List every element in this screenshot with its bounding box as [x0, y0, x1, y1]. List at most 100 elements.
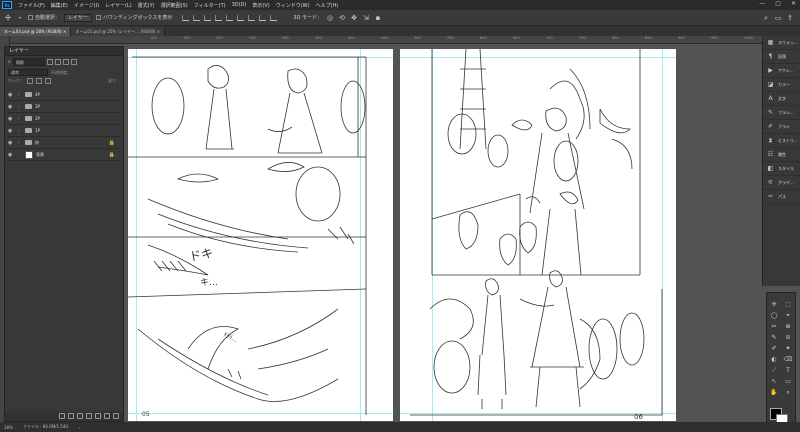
layer-kind-filter[interactable]: 種類 [12, 58, 45, 66]
menu-type[interactable]: 書式(Y) [135, 2, 158, 9]
tool-button-11[interactable]: ⌫ [781, 354, 795, 365]
3d-pan-icon[interactable]: ✥ [350, 14, 358, 22]
adjust-filter-icon[interactable] [54, 59, 61, 65]
zoom-level[interactable]: 28% [4, 425, 13, 430]
tool-button-2[interactable]: ◯ [767, 310, 781, 321]
bounding-box-checkbox[interactable]: バウンディングボックスを表示 [95, 14, 172, 21]
tab-document-2[interactable]: ネーム01.psd @ 25% (レイヤー..., RGB/8) ✕ [71, 27, 165, 36]
tool-button-4[interactable]: ✂ [767, 321, 781, 332]
tool-button-14[interactable]: ↖ [767, 376, 781, 387]
layer-row[interactable]: ◉ › 4P [5, 89, 123, 101]
menu-window[interactable]: ウィンドウ(W) [273, 2, 313, 9]
link-layers-icon[interactable] [59, 413, 65, 419]
layer-row[interactable]: ◉ › 枠 🔒 [5, 137, 123, 149]
workspace-icon[interactable]: ▭ [774, 14, 782, 22]
visibility-eye-icon[interactable]: ◉ [8, 104, 15, 110]
search-icon[interactable]: ⌕ [762, 14, 770, 22]
dock-swatches[interactable]: ▦ スウォッ... [763, 36, 800, 50]
new-layer-icon[interactable] [104, 413, 110, 419]
3d-scale-icon[interactable]: ▪ [374, 14, 382, 22]
menu-filter[interactable]: フィルター(T) [191, 2, 229, 9]
minimize-icon[interactable]: — [759, 0, 765, 7]
dock-paths[interactable]: ✑ パス [763, 190, 800, 204]
chevron-right-icon[interactable]: › [79, 425, 81, 430]
expand-arrow-icon[interactable]: › [18, 104, 22, 109]
maximize-icon[interactable]: ▢ [775, 0, 781, 7]
visibility-eye-icon[interactable]: ◉ [8, 92, 15, 98]
type-filter-icon[interactable] [62, 59, 69, 65]
tool-button-7[interactable]: ⊘ [781, 332, 795, 343]
dock-color[interactable]: ◪ カラー [763, 78, 800, 92]
new-group-icon[interactable] [95, 413, 101, 419]
share-icon[interactable]: ⇪ [786, 14, 794, 22]
tool-button-16[interactable]: ✋ [767, 387, 781, 398]
pixel-filter-icon[interactable] [46, 59, 53, 65]
tool-button-0[interactable]: ✣ [767, 299, 781, 310]
distribute-icon[interactable] [248, 14, 256, 21]
dock-styles[interactable]: ◧ スタイル [763, 162, 800, 176]
align-middle-icon[interactable] [226, 14, 234, 21]
tool-button-12[interactable]: ⟋ [767, 365, 781, 376]
visibility-eye-icon[interactable]: ◉ [8, 152, 15, 158]
auto-select-target-dropdown[interactable]: レイヤー [64, 13, 92, 22]
visibility-eye-icon[interactable]: ◉ [8, 128, 15, 134]
tool-button-15[interactable]: ▭ [781, 376, 795, 387]
dock-history[interactable]: ⧗ ヒストリ... [763, 134, 800, 148]
trash-icon[interactable] [113, 413, 119, 419]
align-center-icon[interactable] [193, 14, 201, 21]
chevron-down-icon[interactable]: ▾ [16, 14, 24, 22]
blend-mode-dropdown[interactable]: 通常 [8, 69, 48, 76]
tool-button-3[interactable]: ⌖ [781, 310, 795, 321]
canvas-area[interactable]: ドキ キ… ﾁﾗﾘ… 05 06 [128, 44, 762, 422]
menu-file[interactable]: ファイル(F) [15, 2, 48, 9]
tool-button-8[interactable]: ✐ [767, 343, 781, 354]
expand-arrow-icon[interactable]: › [18, 92, 22, 97]
tool-button-6[interactable]: ✎ [767, 332, 781, 343]
3d-orbit-icon[interactable]: ◎ [326, 14, 334, 22]
tool-button-1[interactable]: ⬚ [781, 299, 795, 310]
move-tool-icon[interactable]: ✣ [4, 14, 12, 22]
dock-actions[interactable]: ▶ アクシ... [763, 64, 800, 78]
menu-view[interactable]: 表示(V) [249, 2, 272, 9]
tab-document-1[interactable]: ネーム03.psd @ 28% (RGB/8) ✕ [0, 27, 72, 36]
distribute2-icon[interactable] [259, 14, 267, 21]
more-options-icon[interactable] [270, 14, 278, 21]
expand-arrow-icon[interactable]: › [18, 140, 22, 145]
dock-paragraph[interactable]: ¶ 段落 [763, 50, 800, 64]
menu-select[interactable]: 選択範囲(S) [158, 2, 191, 9]
lock-pixels-icon[interactable] [27, 78, 33, 84]
menu-help[interactable]: ヘルプ(H) [313, 2, 342, 9]
menu-edit[interactable]: 編集(E) [48, 2, 71, 9]
layer-row[interactable]: ◉ 背景 🔒 [5, 149, 123, 161]
tool-button-9[interactable]: ✦ [781, 343, 795, 354]
fx-icon[interactable] [68, 413, 74, 419]
dock-gradients[interactable]: ⚟ グラデ... [763, 176, 800, 190]
align-bottom-icon[interactable] [237, 14, 245, 21]
expand-arrow-icon[interactable]: › [18, 128, 22, 133]
visibility-eye-icon[interactable]: ◉ [8, 116, 15, 122]
layer-row[interactable]: ◉ › 3P [5, 101, 123, 113]
tool-button-5[interactable]: ⊕ [781, 321, 795, 332]
dock-brush-settings[interactable]: ✎ ブラシ... [763, 106, 800, 120]
close-icon[interactable]: ✕ [791, 0, 796, 7]
lock-all-icon[interactable] [45, 78, 51, 84]
align-left-icon[interactable] [182, 14, 190, 21]
layer-row[interactable]: ◉ › 2P [5, 113, 123, 125]
tool-button-17[interactable]: ⌕ [781, 387, 795, 398]
adjustment-layer-icon[interactable] [86, 413, 92, 419]
lock-position-icon[interactable] [36, 78, 42, 84]
menu-layer[interactable]: レイヤー(L) [102, 2, 135, 9]
align-right-icon[interactable] [204, 14, 212, 21]
dock-character[interactable]: A 文字 [763, 92, 800, 106]
layer-row[interactable]: ◉ › 1P [5, 125, 123, 137]
shape-filter-icon[interactable] [70, 59, 77, 65]
dock-properties[interactable]: ☷ 属性 [763, 148, 800, 162]
menu-3d[interactable]: 3D(D) [229, 2, 250, 8]
tool-button-13[interactable]: T [781, 365, 795, 376]
tool-button-10[interactable]: ◐ [767, 354, 781, 365]
3d-roll-icon[interactable]: ⟲ [338, 14, 346, 22]
menu-image[interactable]: イメージ(I) [71, 2, 102, 9]
dock-brushes[interactable]: ✐ ブラシ [763, 120, 800, 134]
align-top-icon[interactable] [215, 14, 223, 21]
add-mask-icon[interactable] [77, 413, 83, 419]
